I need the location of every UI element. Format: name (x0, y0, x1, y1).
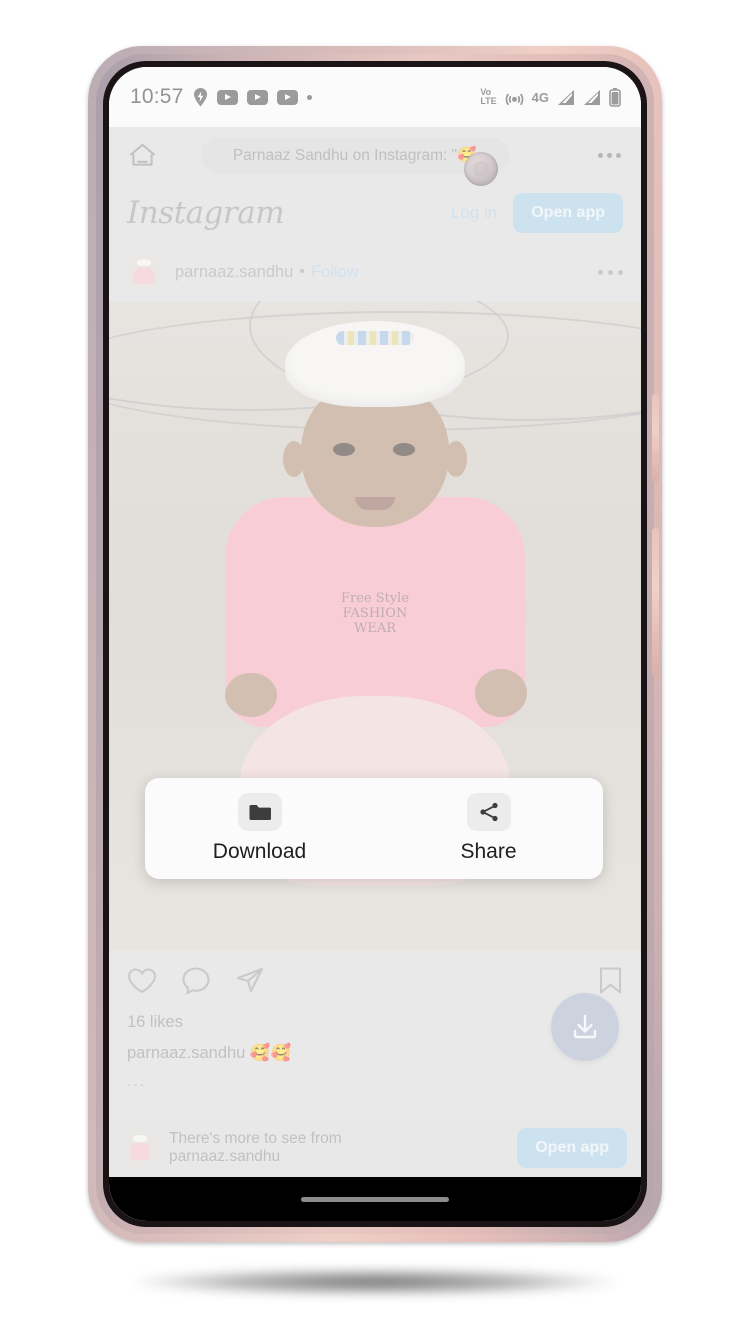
phone-screen: 10:57 Vo LTE 4G Parnaaz Sandhu on Instag… (109, 67, 641, 1221)
open-app-button-header[interactable]: Open app (513, 193, 623, 233)
gesture-pill[interactable] (301, 1196, 449, 1202)
post-action-bar (109, 951, 641, 1009)
volume-button[interactable] (652, 528, 659, 676)
status-bar-left: 10:57 (130, 85, 312, 109)
front-camera-punch-hole (464, 152, 498, 186)
hotspot-icon (505, 88, 524, 107)
share-option[interactable]: Share (374, 793, 603, 864)
comment-icon[interactable] (181, 966, 211, 995)
android-navigation-bar (109, 1177, 641, 1221)
power-button[interactable] (652, 394, 659, 482)
web-page-content: Instagram Log in Open app parnaaz.sandhu… (109, 183, 641, 1221)
instagram-logo: Instagram (127, 195, 285, 231)
download-share-dialog: Download Share (145, 778, 603, 879)
status-bar-right: Vo LTE 4G (480, 86, 621, 107)
screenshot-root: 10:57 Vo LTE 4G Parnaaz Sandhu on Instag… (0, 0, 750, 1333)
caption-more-indicator[interactable]: ... (109, 1073, 641, 1091)
follow-link[interactable]: Follow (311, 263, 359, 282)
banner-line-2: parnaaz.sandhu (169, 1148, 281, 1165)
dot-icon (306, 94, 312, 100)
share-icon[interactable] (235, 966, 265, 994)
phone-drop-shadow (130, 1268, 620, 1296)
banner-text: There's more to see from parnaaz.sandhu (169, 1130, 342, 1167)
open-app-banner: There's more to see from parnaaz.sandhu … (109, 1119, 641, 1177)
data-type-label: 4G (531, 89, 549, 105)
bookmark-icon[interactable] (598, 966, 623, 995)
status-bar: 10:57 Vo LTE 4G (109, 67, 641, 127)
youtube-icon (276, 89, 298, 105)
share-option-label: Share (460, 840, 517, 863)
address-bar-text: Parnaaz Sandhu on Instagram: "🥰 (232, 146, 477, 164)
status-clock: 10:57 (130, 85, 184, 108)
download-option-label: Download (212, 840, 307, 863)
location-pin-icon (193, 87, 208, 107)
post-separator: • (299, 263, 305, 280)
post-overflow-menu-icon[interactable] (598, 269, 623, 275)
instagram-header-actions: Log in Open app (451, 193, 623, 233)
avatar[interactable] (127, 255, 161, 289)
signal-bars-icon (557, 89, 575, 106)
browser-overflow-menu-icon[interactable] (597, 152, 621, 158)
address-bar[interactable]: Parnaaz Sandhu on Instagram: "🥰 (200, 136, 509, 174)
heart-icon[interactable] (127, 967, 157, 994)
download-icon (568, 1010, 602, 1044)
volte-icon: Vo LTE (480, 86, 497, 106)
login-link[interactable]: Log in (451, 203, 497, 223)
youtube-icon (246, 89, 268, 105)
download-option[interactable]: Download (145, 793, 374, 864)
post-header: parnaaz.sandhu • Follow (109, 243, 641, 301)
download-fab-button[interactable] (551, 993, 619, 1061)
banner-avatar (123, 1131, 157, 1165)
home-icon[interactable] (129, 143, 156, 168)
battery-icon (609, 87, 621, 107)
post-username[interactable]: parnaaz.sandhu (175, 263, 293, 282)
browser-toolbar: Parnaaz Sandhu on Instagram: "🥰 (109, 127, 641, 183)
open-app-button-banner[interactable]: Open app (517, 1128, 627, 1168)
youtube-icon (216, 89, 238, 105)
banner-line-1: There's more to see from (169, 1129, 342, 1147)
signal-bars-icon (583, 89, 601, 106)
folder-icon (237, 793, 282, 831)
share-nodes-icon (466, 793, 511, 831)
instagram-header: Instagram Log in Open app (109, 183, 641, 243)
